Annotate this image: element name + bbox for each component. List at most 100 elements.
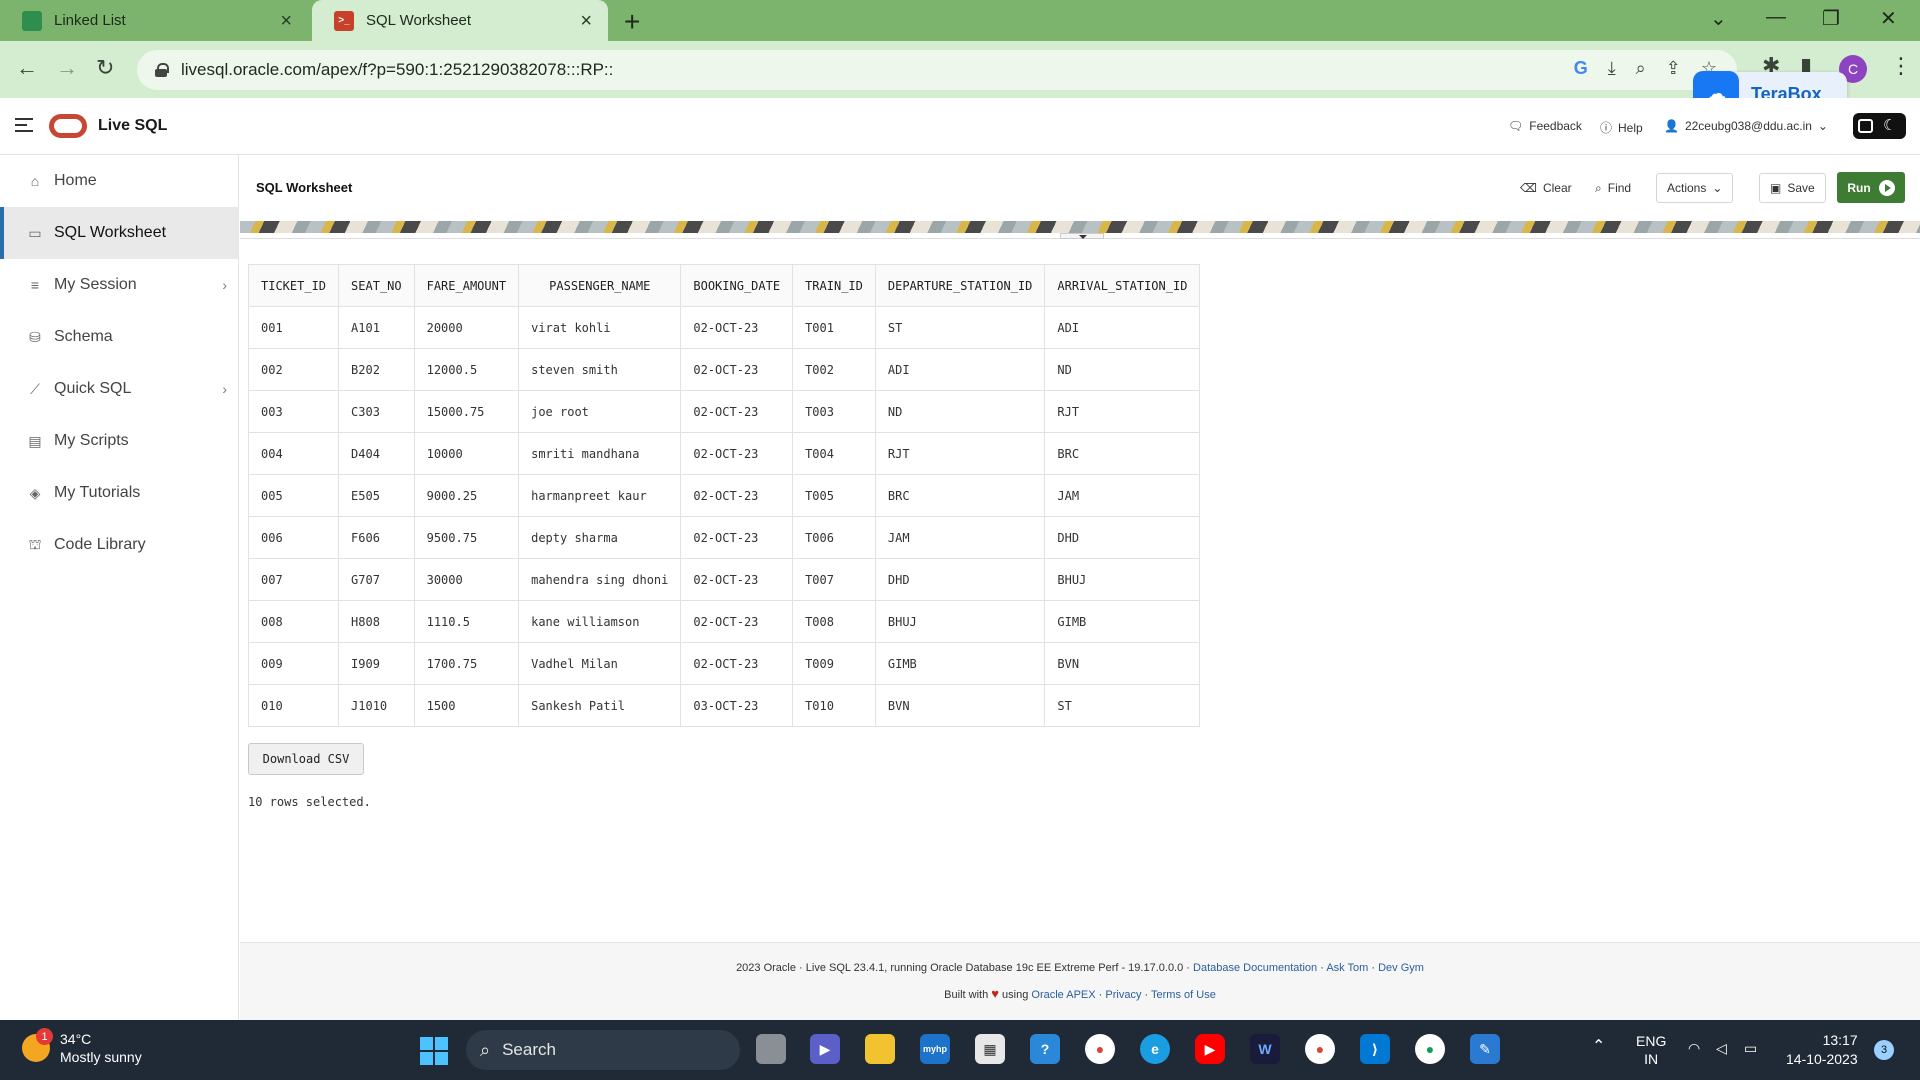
editor-region[interactable] xyxy=(240,221,1920,233)
table-cell: smriti mandhana xyxy=(518,432,682,475)
table-row: 009 I909 1700.75 Vadhel Milan 02-OCT-23 T009 G… xyxy=(247,642,1201,685)
table-cell: T004 xyxy=(792,432,876,475)
column-header[interactable]: TICKET_ID xyxy=(247,264,340,307)
sidebar-item-home[interactable]: ⌂ Home xyxy=(0,155,239,207)
close-icon[interactable]: × xyxy=(580,11,592,31)
chrome-alt-icon[interactable]: ● xyxy=(1415,1034,1445,1064)
column-header[interactable]: FARE_AMOUNT xyxy=(413,264,520,307)
oracle-apex-link[interactable]: Oracle APEX xyxy=(1031,989,1095,1001)
share-icon[interactable]: ⇪ xyxy=(1666,58,1681,79)
column-header[interactable]: BOOKING_DATE xyxy=(680,264,794,307)
url-text[interactable]: livesql.oracle.com/apex/f?p=590:1:252129… xyxy=(181,60,613,80)
browser-menu-icon[interactable]: ⋮ xyxy=(1890,53,1912,79)
battery-icon[interactable]: ▭ xyxy=(1744,1039,1757,1057)
hamburger-menu-icon[interactable] xyxy=(15,118,33,132)
privacy-link[interactable]: Privacy xyxy=(1105,989,1141,1001)
table-cell: I909 xyxy=(338,642,415,685)
terms-of-use-link[interactable]: Terms of Use xyxy=(1151,989,1216,1001)
close-window-icon[interactable]: ✕ xyxy=(1880,6,1897,31)
minimize-icon[interactable]: — xyxy=(1766,6,1786,29)
taskbar-search[interactable]: ⌕ Search xyxy=(466,1030,740,1070)
table-cell: 02-OCT-23 xyxy=(680,390,794,433)
forward-arrow-icon[interactable]: → xyxy=(56,55,78,81)
tray-chevron-up-icon[interactable]: ⌃ xyxy=(1592,1038,1605,1056)
task-view-icon[interactable] xyxy=(756,1034,786,1064)
address-bar[interactable]: livesql.oracle.com/apex/f?p=590:1:252129… xyxy=(137,50,1737,90)
app-title[interactable]: Live SQL xyxy=(98,117,167,135)
table-cell: G707 xyxy=(338,558,415,601)
table-cell: 009 xyxy=(247,642,340,685)
find-button[interactable]: ⌕ Find xyxy=(1585,173,1641,203)
weather-widget[interactable]: 1 34°C Mostly sunny xyxy=(22,1028,142,1066)
results-table: TICKET_ID SEAT_NO FARE_AMOUNT PASSENGER_NAM… xyxy=(247,264,1201,727)
system-clock[interactable]: 13:17 14-10-2023 xyxy=(1786,1031,1858,1069)
install-icon[interactable]: ⤓ xyxy=(1608,58,1616,79)
chevron-down-icon[interactable]: ⌄ xyxy=(1710,6,1727,31)
chat-icon[interactable]: ▶ xyxy=(810,1034,840,1064)
column-header[interactable]: DEPARTURE_STATION_ID xyxy=(874,264,1046,307)
notification-count-badge[interactable]: 3 xyxy=(1874,1040,1894,1060)
reload-icon[interactable]: ↻ xyxy=(96,55,114,81)
sidebar-item-my-tutorials[interactable]: ◈ My Tutorials xyxy=(0,467,239,519)
tab-sql-worksheet[interactable]: >_ SQL Worksheet × xyxy=(312,0,608,41)
column-header[interactable]: ARRIVAL_STATION_ID xyxy=(1044,264,1201,307)
lock-icon[interactable] xyxy=(155,63,169,77)
column-header[interactable]: SEAT_NO xyxy=(338,264,415,307)
sidebar-item-sql-worksheet[interactable]: ▭ SQL Worksheet xyxy=(0,207,239,259)
table-cell: 02-OCT-23 xyxy=(680,474,794,517)
column-header[interactable]: PASSENGER_NAME xyxy=(518,264,682,307)
table-cell: kane williamson xyxy=(518,600,682,643)
ask-tom-link[interactable]: Ask Tom xyxy=(1326,962,1368,974)
google-icon[interactable]: G xyxy=(1574,58,1588,79)
file-explorer-icon[interactable] xyxy=(865,1034,895,1064)
myhp-icon[interactable]: myhp xyxy=(920,1034,950,1064)
windows-start-icon[interactable] xyxy=(420,1037,448,1065)
worksheet-main: SQL Worksheet ⌫ Clear ⌕ Find Actions ⌄ ▣… xyxy=(240,155,1920,1020)
table-cell: ST xyxy=(1044,684,1201,727)
database-documentation-link[interactable]: Database Documentation xyxy=(1193,962,1317,974)
user-menu[interactable]: 👤 22ceubg038@ddu.ac.in ⌄ xyxy=(1664,119,1828,133)
chrome-profile-icon[interactable]: ● xyxy=(1305,1034,1335,1064)
sidebar-item-code-library[interactable]: ⛫ Code Library xyxy=(0,519,239,571)
new-tab-plus-icon[interactable]: + xyxy=(624,6,640,38)
clear-button[interactable]: ⌫ Clear xyxy=(1510,173,1582,203)
save-label: Save xyxy=(1787,181,1815,195)
tab-linked-list[interactable]: Linked List × xyxy=(0,0,308,41)
volume-icon[interactable]: ◁ xyxy=(1716,1039,1727,1057)
sidebar-item-quick-sql[interactable]: ⟋ Quick SQL › xyxy=(0,363,239,415)
sidebar-item-schema[interactable]: ⛁ Schema xyxy=(0,311,239,363)
back-arrow-icon[interactable]: ← xyxy=(16,55,38,81)
chevron-right-icon: › xyxy=(222,381,227,397)
restore-icon[interactable]: ❐ xyxy=(1822,6,1840,31)
table-cell: 005 xyxy=(247,474,340,517)
edge-icon[interactable]: e xyxy=(1140,1034,1170,1064)
table-cell: F606 xyxy=(338,516,415,559)
column-header[interactable]: TRAIN_ID xyxy=(792,264,876,307)
webex-icon[interactable]: W xyxy=(1250,1034,1280,1064)
sidebar-item-my-scripts[interactable]: ▤ My Scripts xyxy=(0,415,239,467)
vscode-icon[interactable]: ⟩ xyxy=(1360,1034,1390,1064)
classroom-icon xyxy=(22,10,42,31)
language-indicator[interactable]: ENG IN xyxy=(1636,1032,1666,1068)
dark-mode-toggle[interactable]: ☾ xyxy=(1853,113,1906,139)
wifi-icon[interactable]: ◠ xyxy=(1688,1039,1700,1057)
save-button[interactable]: ▣ Save xyxy=(1759,173,1826,203)
sidebar-item-my-session[interactable]: ≡ My Session › xyxy=(0,259,239,311)
actions-dropdown[interactable]: Actions ⌄ xyxy=(1656,173,1734,203)
dev-gym-link[interactable]: Dev Gym xyxy=(1378,962,1424,974)
help-link[interactable]: ⓘ Help xyxy=(1600,119,1643,136)
microsoft-store-icon[interactable]: ▦ xyxy=(975,1034,1005,1064)
collapse-arrow-icon[interactable] xyxy=(1060,233,1104,239)
chrome-icon[interactable]: ● xyxy=(1085,1034,1115,1064)
editor-splitter[interactable] xyxy=(240,233,1920,239)
youtube-icon[interactable]: ▶ xyxy=(1195,1034,1225,1064)
sidebar: ⌂ Home ▭ SQL Worksheet ≡ My Session › ⛁ … xyxy=(0,155,239,1020)
table-cell: GIMB xyxy=(874,642,1046,685)
hp-support-icon[interactable]: ? xyxy=(1030,1034,1060,1064)
zoom-icon[interactable]: ⌕ xyxy=(1636,58,1646,79)
run-button[interactable]: Run xyxy=(1837,172,1905,203)
close-icon[interactable]: × xyxy=(280,11,292,31)
feedback-link[interactable]: 🗨 Feedback xyxy=(1508,119,1582,133)
paint-icon[interactable]: ✎ xyxy=(1470,1034,1500,1064)
download-csv-button[interactable]: Download CSV xyxy=(248,743,364,775)
